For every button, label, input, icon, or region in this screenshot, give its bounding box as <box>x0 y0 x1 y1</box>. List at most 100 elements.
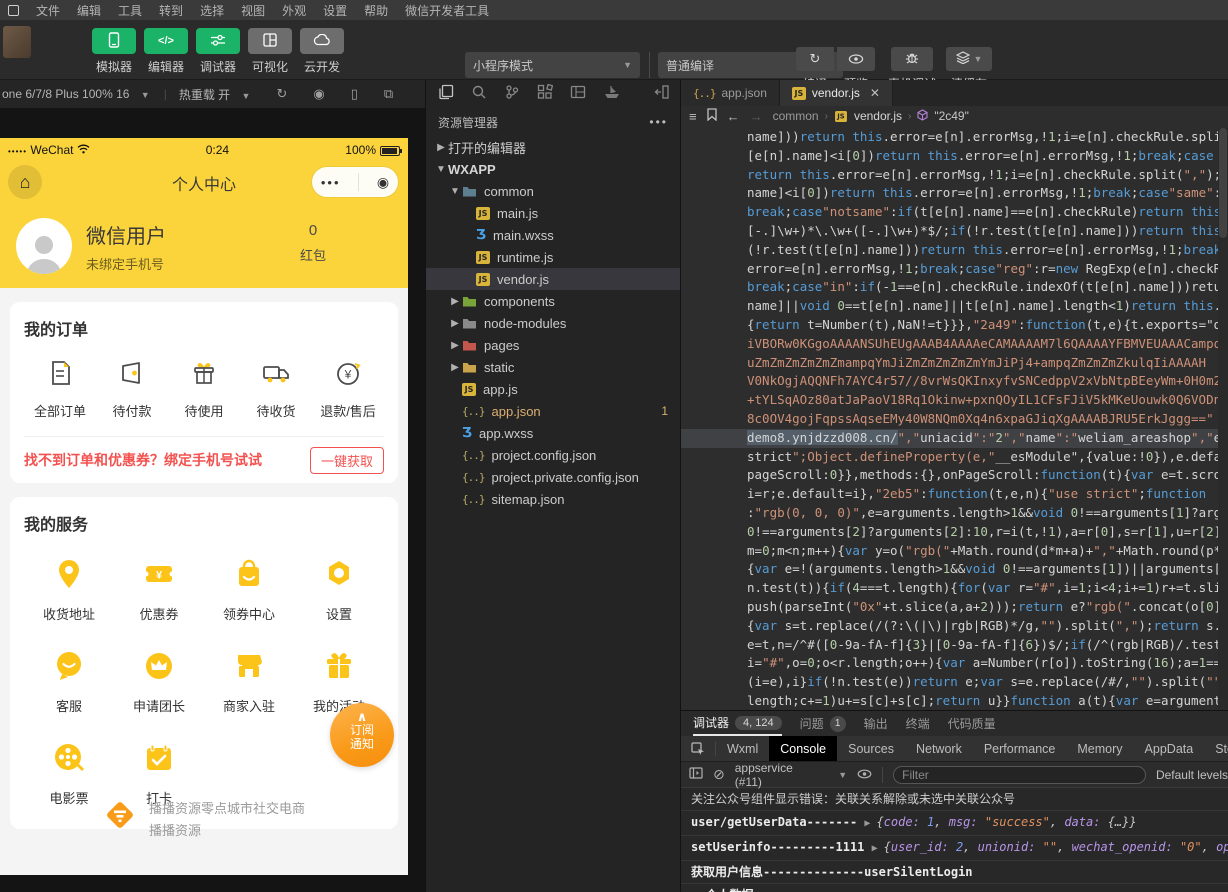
editor-button[interactable]: </> 编辑器 <box>142 28 190 75</box>
code-line[interactable]: {var s=t.replace(/(?:\(|\)|rgb|RGB)*/g,"… <box>681 617 1218 636</box>
service-leader-apply[interactable]: 申请团长 <box>114 649 204 715</box>
menu-help[interactable]: 帮助 <box>364 2 388 19</box>
refresh-icon[interactable]: ↻ <box>276 86 287 102</box>
code-line[interactable]: (i=e),i}if(!n.test(e))return e;var s=e.r… <box>681 673 1218 692</box>
subscribe-notify-button[interactable]: ∧ 订阅 通知 <box>330 703 394 767</box>
menu-settings[interactable]: 设置 <box>323 2 347 19</box>
redpacket-entry[interactable]: 0 红包 <box>300 222 326 264</box>
user-avatar[interactable] <box>3 26 31 58</box>
code-line[interactable]: pageScroll:0}},methods:{},onPageScroll:f… <box>681 466 1218 485</box>
more-actions-icon[interactable]: ••• <box>649 115 668 129</box>
code-line[interactable]: i=r;e.default=i},"2eb5":function(t,e,n){… <box>681 485 1218 504</box>
code-line[interactable]: m=0;m<n;m++){var y=o("rgb("+Math.round(d… <box>681 542 1218 561</box>
context-select[interactable]: appservice (#11)▼ <box>735 761 847 789</box>
order-item-unpaid[interactable]: 待付款 <box>96 358 168 420</box>
menu-view[interactable]: 视图 <box>241 2 265 19</box>
menu-devtools[interactable]: 微信开发者工具 <box>405 2 489 19</box>
tree-folder-static[interactable]: ▶static <box>426 356 680 378</box>
code-line[interactable]: push(parseInt("0x"+t.slice(a,a+2)));retu… <box>681 598 1218 617</box>
service-coupon-center[interactable]: 领券中心 <box>204 557 294 623</box>
forward-arrow-icon[interactable]: → <box>750 109 763 124</box>
more-icon[interactable]: ••• <box>321 175 341 190</box>
device-select[interactable]: one 6/7/8 Plus 100% 16 ▼ <box>2 87 150 101</box>
code-line[interactable]: break;case"in":if(-1==e[n].checkRule.ind… <box>681 278 1218 297</box>
breadcrumb-symbol[interactable]: "2c49" <box>934 109 969 123</box>
code-line[interactable]: 0!==arguments[2]?arguments[2]:10,r=i(t,!… <box>681 523 1218 542</box>
tree-folder-pages[interactable]: ▶pages <box>426 334 680 356</box>
one-key-get-button[interactable]: 一键获取 <box>310 447 384 474</box>
capsule-menu[interactable]: ••• ◉ <box>312 167 398 197</box>
code-line[interactable]: strict";Object.defineProperty(e,"__esMod… <box>681 448 1218 467</box>
log-levels-select[interactable]: Default levels <box>1156 768 1228 782</box>
outline-icon[interactable]: ≡ <box>689 109 697 124</box>
hot-reload-toggle[interactable]: 热重载 开 ▼ <box>179 86 251 103</box>
code-line[interactable]: [-.]\w+)*\.\w+([-.]\w+)*$/;if(!r.test(t[… <box>681 222 1218 241</box>
tree-file-app-json[interactable]: {..}app.json1 <box>426 400 680 422</box>
tree-file-sitemap[interactable]: {..}sitemap.json <box>426 488 680 510</box>
tab-wxml[interactable]: Wxml <box>716 736 769 761</box>
tab-debugger[interactable]: 调试器4, 124 <box>693 711 782 736</box>
plugin-market-icon[interactable] <box>603 85 621 104</box>
menu-file[interactable]: 文件 <box>36 2 60 19</box>
tab-sources[interactable]: Sources <box>837 736 905 761</box>
tab-storage[interactable]: Storage <box>1204 736 1228 761</box>
tab-problems[interactable]: 问题1 <box>800 711 846 736</box>
tree-folder-common[interactable]: ▼common <box>426 180 680 202</box>
tab-output[interactable]: 输出 <box>864 711 888 736</box>
code-line[interactable]: error=e[n].errorMsg,!1;break;case"reg":r… <box>681 260 1218 279</box>
service-support[interactable]: 客服 <box>24 649 114 715</box>
code-line[interactable]: break;case"notsame":if(t[e[n].name]==e[n… <box>681 203 1218 222</box>
code-line[interactable]: {return t=Number(t),NaN!=t}}},"2a49":fun… <box>681 316 1218 335</box>
menu-goto[interactable]: 转到 <box>159 2 183 19</box>
tree-file-app-js[interactable]: JSapp.js <box>426 378 680 400</box>
code-line[interactable]: n.test(t)){if(4===t.length){for(var r="#… <box>681 579 1218 598</box>
code-line[interactable]: e=t,n=/^#([0-9a-fA-f]{3}|[0-9a-fA-f]{6})… <box>681 636 1218 655</box>
tree-file-project-private-config[interactable]: {..}project.private.config.json <box>426 466 680 488</box>
console-filter-input[interactable] <box>893 766 1146 784</box>
phone-frame-icon[interactable]: ▯ <box>351 86 358 102</box>
simulator-button[interactable]: 模拟器 <box>90 28 138 75</box>
tab-performance[interactable]: Performance <box>973 736 1067 761</box>
code-line[interactable]: uZmZmZmZmZmZmampqYmJiZmZmZmZmZmYmJiPj4+a… <box>681 354 1218 373</box>
code-line[interactable]: (!r.test(t[e[n].name]))return this.error… <box>681 241 1218 260</box>
editor-scrollbar[interactable] <box>1218 128 1228 710</box>
tree-file-runtime-js[interactable]: JSruntime.js <box>426 246 680 268</box>
breadcrumb-folder[interactable]: common <box>773 109 819 123</box>
code-line[interactable]: return this.error=e[n].errorMsg,!1;i=e[n… <box>681 166 1218 185</box>
service-address[interactable]: 收货地址 <box>24 557 114 623</box>
code-line[interactable]: demo8.ynjdzzd008.cn/","uniacid":"2","nam… <box>681 429 1218 448</box>
debugger-button[interactable]: 调试器 <box>194 28 242 75</box>
code-line[interactable]: iVBORw0KGgoAAAANSUhEUgAAAB4AAAAeCAMAAAAM… <box>681 335 1218 354</box>
tree-file-project-config[interactable]: {..}project.config.json <box>426 444 680 466</box>
source-control-icon[interactable] <box>504 84 520 105</box>
code-area[interactable]: name]))return this.error=e[n].errorMsg,!… <box>681 128 1218 710</box>
multi-window-icon[interactable]: ⧉ <box>384 86 393 102</box>
order-item-shipping[interactable]: 待收货 <box>240 358 312 420</box>
tree-file-vendor-js[interactable]: JSvendor.js <box>426 268 680 290</box>
code-line[interactable]: name]))return this.error=e[n].errorMsg,!… <box>681 128 1218 147</box>
extensions-icon[interactable] <box>537 84 553 105</box>
tab-code-quality[interactable]: 代码质量 <box>948 711 996 736</box>
home-button[interactable]: ⌂ <box>8 165 42 199</box>
console-message[interactable]: 关注公众号组件显示错误：关联关系解除或未选中关联公众号 <box>681 788 1228 811</box>
tab-terminal[interactable]: 终端 <box>906 711 930 736</box>
tree-root-wxapp[interactable]: ▼WXAPP <box>426 158 680 180</box>
menu-tools[interactable]: 工具 <box>118 2 142 19</box>
visualization-button[interactable]: 可视化 <box>246 28 294 75</box>
search-icon[interactable] <box>471 84 487 105</box>
inspect-icon[interactable] <box>681 742 716 756</box>
tree-file-main-js[interactable]: JSmain.js <box>426 202 680 224</box>
console-message[interactable]: user/getUserData------- ▶ {code: 1, msg:… <box>681 811 1228 836</box>
bookmark-icon[interactable] <box>707 108 717 124</box>
service-settings[interactable]: 设置 <box>294 557 384 623</box>
console-message-list[interactable]: 关注公众号组件显示错误：关联关系解除或未选中关联公众号user/getUserD… <box>681 788 1228 892</box>
close-icon[interactable]: ✕ <box>870 86 880 100</box>
tab-memory[interactable]: Memory <box>1066 736 1133 761</box>
tree-folder-components[interactable]: ▶components <box>426 290 680 312</box>
cloud-dev-button[interactable]: 云开发 <box>298 28 346 75</box>
record-icon[interactable]: ◉ <box>313 86 324 102</box>
code-line[interactable]: :"rgb(0, 0, 0)",e=arguments.length>1&&vo… <box>681 504 1218 523</box>
avatar[interactable] <box>16 218 72 274</box>
order-item-all[interactable]: 全部订单 <box>24 358 96 420</box>
code-line[interactable]: {var e=!(arguments.length>1&&void 0!==ar… <box>681 560 1218 579</box>
